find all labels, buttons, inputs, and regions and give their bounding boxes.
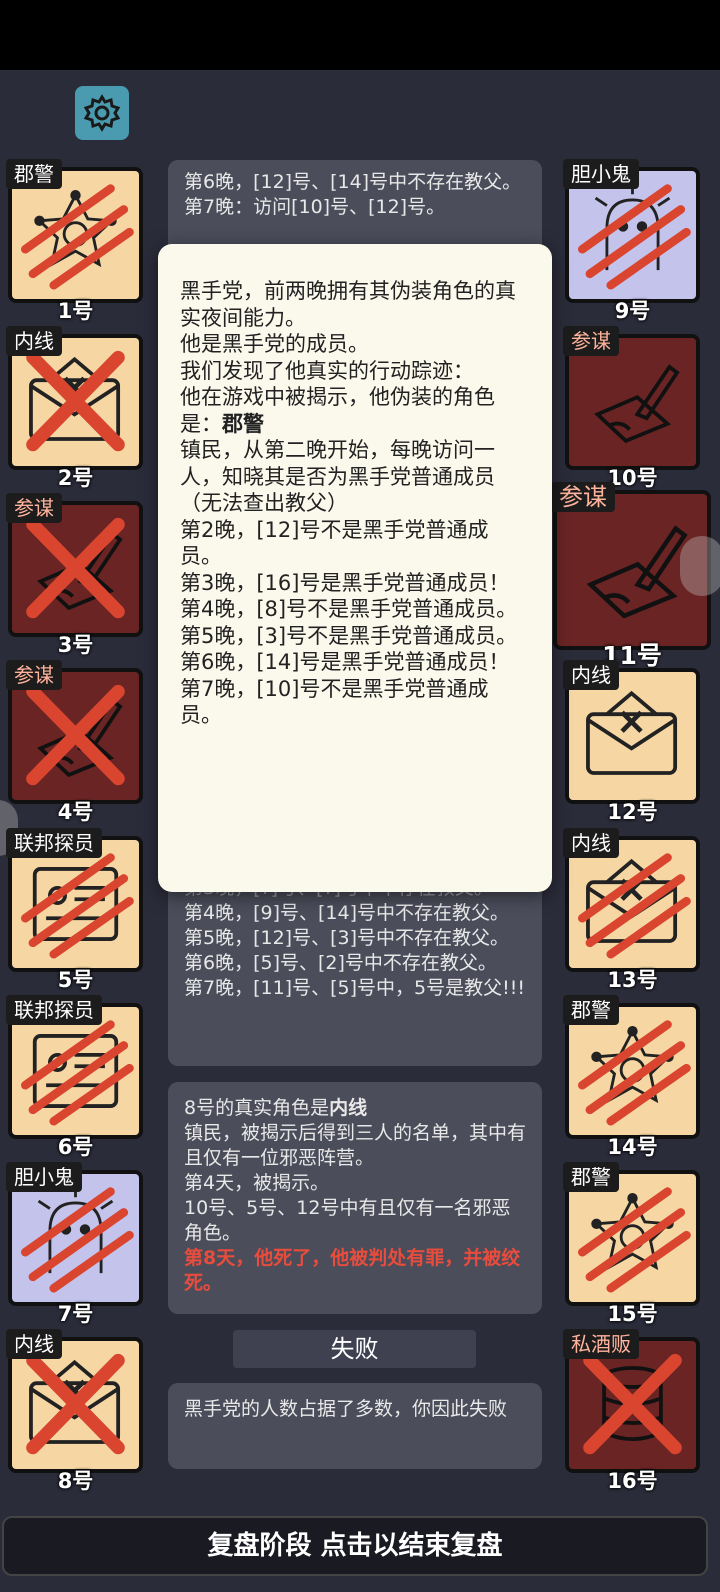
envelope-icon [586,690,678,775]
result-text: 黑手党的人数占据了多数，你因此失败 [184,1398,508,1420]
claw-mark-icon [578,184,691,290]
player-card[interactable]: 联邦探员 5号 [6,828,143,992]
log-title: 8号的真实角色是内线 [184,1097,368,1119]
card-role-label: 郡警 [6,159,62,189]
result-text-box: 黑手党的人数占据了多数，你因此失败 [168,1383,542,1469]
card-role-label: 参谋 [551,482,615,512]
player-card[interactable]: 私酒贩 16号 [563,1329,700,1493]
player-card[interactable]: 内线 13号 [563,828,700,992]
log-line: 第7晚，[11]号、[5]号中，5号是教父!!! [184,977,525,999]
player-card[interactable]: 参谋 4号 [6,660,143,824]
player-card[interactable]: 郡警 15号 [563,1162,700,1326]
eliminated-x-icon [583,1353,682,1455]
card-role-label: 内线 [563,660,619,690]
card-role-label: 私酒贩 [563,1329,639,1359]
player-card[interactable]: 内线 2号 [6,326,143,490]
end-review-button[interactable]: 复盘阶段 点击以结束复盘 [2,1516,708,1576]
card-number: 7号 [57,1302,94,1326]
player-card[interactable]: 郡警 14号 [563,995,700,1159]
popup-night: 第6晚，[14]号是黑手党普通成员！ [180,650,510,674]
claw-mark-icon [578,853,691,959]
edge-scroll-handle-right[interactable] [680,536,720,596]
card-number: 15号 [607,1302,658,1326]
popup-night: 第4晚，[8]号不是黑手党普通成员。 [180,597,518,621]
claw-mark-icon [21,184,134,290]
claw-mark-icon [21,1020,134,1126]
card-number: 5号 [57,968,94,992]
player-card[interactable]: 参谋 3号 [6,493,143,657]
death-line: 第8天，他死了，他被判处有罪，并被绞死。 [184,1247,521,1294]
popup-night: 第5晚，[3]号不是黑手党普通成员。 [180,623,518,648]
card-role-label: 胆小鬼 [6,1162,82,1192]
settings-button[interactable] [75,86,129,140]
log-line: 第5晚，[12]号、[3]号中不存在教父。 [184,927,510,949]
log-desc: 镇民，被揭示后得到三人的名单，其中有且仅有一位邪恶阵营。 [184,1122,527,1169]
eliminated-x-icon [26,684,125,786]
eliminated-x-icon [26,517,125,619]
log-line: 第4天，被揭示。 [184,1172,330,1194]
card-art [569,338,696,466]
log-line: 第4晚，[9]号、[14]号中不存在教父。 [184,902,510,924]
popup-desc: 镇民，从第二晚开始，每晚访问一人，知晓其是否为黑手党普通成员（无法查出教父） [180,438,495,515]
card-role-label: 内线 [6,1329,62,1359]
card-number: 14号 [607,1135,658,1159]
card-role-label: 联邦探员 [6,828,102,858]
gear-icon [83,94,121,132]
log-line: 10号、5号、12号中有且仅有一名邪恶角色。 [184,1197,511,1244]
popup-night: 第3晚，[16]号是黑手党普通成员！ [180,570,510,595]
player-card[interactable]: 参谋 10号 [563,326,700,490]
card-role-label: 郡警 [563,995,619,1025]
eliminated-x-icon [26,350,125,452]
log-line: 第7晚：访问[10]号、[12]号。 [184,196,446,218]
popup-found: 我们发现了他真实的行动踪迹： [180,358,474,383]
claw-mark-icon [578,1020,691,1126]
player-card[interactable]: 内线 12号 [563,660,700,824]
card-role-label: 参谋 [6,660,62,690]
card-role-label: 内线 [563,828,619,858]
popup-intro: 黑手党，前两晚拥有其伪装角色的真实夜间能力。 [180,279,516,330]
status-bar [0,0,720,70]
popup-revealed: 他在游戏中被揭示，他伪装的角色是：郡警 [180,385,495,436]
card-number: 1号 [57,299,94,323]
card-number: 6号 [57,1135,94,1159]
night-log-mid: 第3晚，[?]号、[?]号中不存在教父。 第4晚，[9]号、[14]号中不存在教… [168,870,542,1066]
player-card[interactable]: 胆小鬼 9号 [563,159,700,323]
popup-night: 第7晚，[10]号不是黑手党普通成员。 [180,676,489,728]
pen-icon [594,364,680,444]
card-number: 16号 [607,1469,658,1493]
card-number: 2号 [57,466,94,490]
log-line: 第6晚，[12]号、[14]号中不存在教父。 [184,171,522,193]
result-label: 失败 [233,1330,476,1368]
card-role-label: 内线 [6,326,62,356]
card-number: 3号 [57,633,94,657]
card-role-label: 胆小鬼 [563,159,639,189]
player-card[interactable]: 胆小鬼 7号 [6,1162,143,1326]
card-number: 4号 [57,800,94,824]
card-number: 9号 [614,299,651,323]
card-role-label: 郡警 [563,1162,619,1192]
claw-mark-icon [21,1187,134,1293]
card-role-label: 参谋 [6,493,62,523]
popup-member: 他是黑手党的成员。 [180,332,369,356]
claw-mark-icon [21,853,134,959]
claw-mark-icon [578,1187,691,1293]
role-detail-popup[interactable]: 黑手党，前两晚拥有其伪装角色的真实夜间能力。 他是黑手党的成员。 我们发现了他真… [158,244,552,892]
card-role-label: 联邦探员 [6,995,102,1025]
player-card[interactable]: 联邦探员 6号 [6,995,143,1159]
card-number: 8号 [57,1469,94,1493]
player-card[interactable]: 内线 8号 [6,1329,143,1493]
player-card[interactable]: 郡警 1号 [6,159,143,323]
player-8-log: 8号的真实角色是内线 镇民，被揭示后得到三人的名单，其中有且仅有一位邪恶阵营。 … [168,1082,542,1314]
card-role-label: 参谋 [563,326,619,356]
card-number: 13号 [607,968,658,992]
popup-night: 第2晚，[12]号不是黑手党普通成员。 [180,517,489,569]
log-line: 第6晚，[5]号、[2]号中不存在教父。 [184,952,497,974]
eliminated-x-icon [26,1353,125,1455]
card-art [569,672,696,800]
card-number: 12号 [607,800,658,824]
